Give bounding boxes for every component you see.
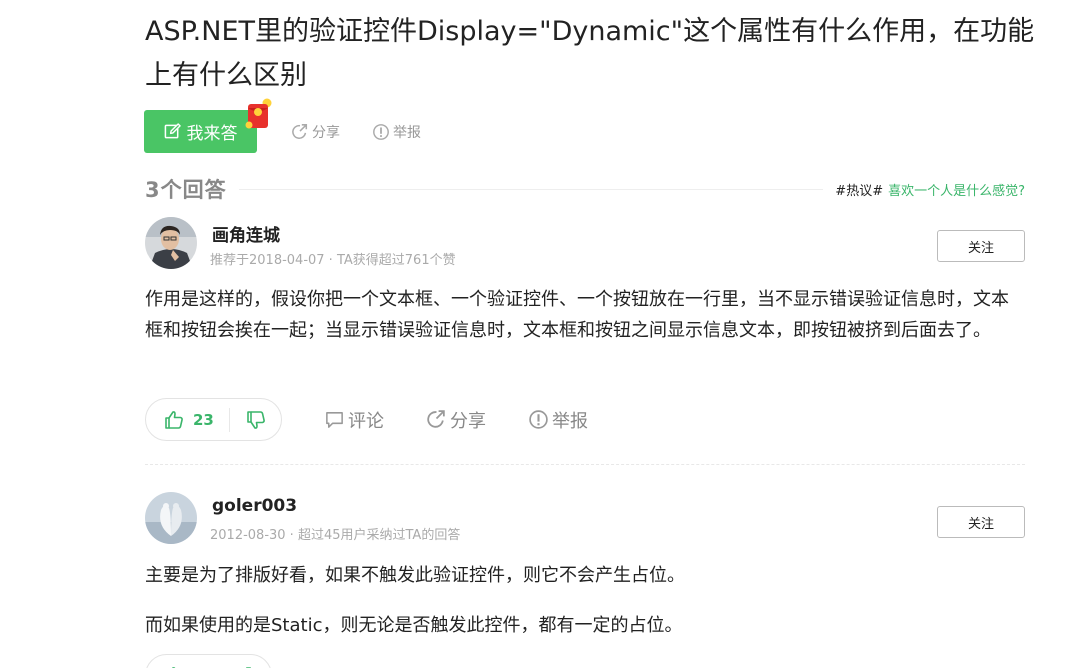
hot-topic-link[interactable]: 喜欢一个人是什么感觉? — [888, 180, 1025, 199]
answer-content: 主要是为了排版好看，如果不触发此验证控件，则它不会产生占位。 而如果使用的是St… — [145, 560, 1025, 641]
edit-icon — [164, 123, 181, 139]
share-answer-button[interactable]: 分享 — [426, 407, 486, 433]
comment-label: 评论 — [348, 410, 384, 432]
comment-button[interactable]: 评论 — [324, 407, 384, 433]
upvote-button[interactable]: 23 — [146, 410, 229, 430]
answer-paragraph: 作用是这样的，假设你把一个文本框、一个验证控件、一个按钮放在一行里，当不显示错误… — [145, 289, 1009, 341]
downvote-button[interactable] — [230, 410, 266, 430]
thumb-down-icon — [247, 410, 265, 429]
author-meta: 推荐于2018-04-07 · TA获得超过761个赞 — [210, 253, 456, 268]
answer-paragraph: 而如果使用的是Static，则无论是否触发此控件，都有一定的占位。 — [145, 615, 683, 636]
report-icon — [529, 410, 548, 429]
author-name[interactable]: goler003 — [212, 496, 297, 516]
answer-actions — [145, 654, 467, 668]
answer-content: 作用是这样的，假设你把一个文本框、一个验证控件、一个按钮放在一行里，当不显示错误… — [145, 284, 1025, 346]
share-label: 分享 — [450, 410, 486, 432]
report-question-button[interactable]: 举报 — [372, 122, 421, 142]
answer-actions: 23 评论 分享 举报 — [145, 398, 588, 441]
answers-count: 3个回答 — [145, 178, 227, 202]
author-name[interactable]: 画角连城 — [212, 221, 280, 246]
header-divider — [238, 188, 824, 190]
comment-icon — [326, 412, 343, 428]
avatar[interactable] — [145, 492, 197, 544]
share-icon — [427, 410, 445, 428]
answers-header: 3个回答 #热议# 喜欢一个人是什么感觉? — [145, 173, 1025, 205]
answer-button[interactable]: 我来答 — [144, 98, 272, 153]
report-icon — [373, 123, 389, 140]
question-title: ASP.NET里的验证控件Display="Dynamic"这个属性有什么作用，… — [145, 16, 1035, 91]
avatar-image — [145, 492, 197, 544]
thumb-up-icon — [165, 410, 183, 429]
answer-divider — [145, 464, 1025, 465]
author-meta: 2012-08-30 · 超过45用户采纳过TA的回答 — [210, 528, 461, 543]
answer-button-label: 我来答 — [186, 124, 238, 144]
share-label: 分享 — [312, 124, 340, 141]
answer-paragraph: 主要是为了排版好看，如果不触发此验证控件，则它不会产生占位。 — [145, 565, 685, 586]
vote-pill — [145, 654, 272, 668]
follow-button[interactable]: 关注 — [937, 230, 1025, 262]
share-icon — [292, 123, 308, 139]
red-packet-icon — [245, 98, 272, 129]
avatar[interactable] — [145, 217, 197, 269]
follow-button[interactable]: 关注 — [937, 506, 1025, 538]
avatar-image — [145, 217, 197, 269]
share-question-button[interactable]: 分享 — [291, 122, 340, 142]
report-label: 举报 — [393, 124, 421, 141]
report-label: 举报 — [552, 410, 588, 432]
question-actions: 我来答 分享 举报 — [144, 98, 421, 153]
hot-tag: #热议# — [835, 183, 884, 199]
upvote-count: 23 — [193, 410, 214, 429]
report-answer-button[interactable]: 举报 — [528, 407, 588, 433]
vote-pill: 23 — [145, 398, 282, 441]
